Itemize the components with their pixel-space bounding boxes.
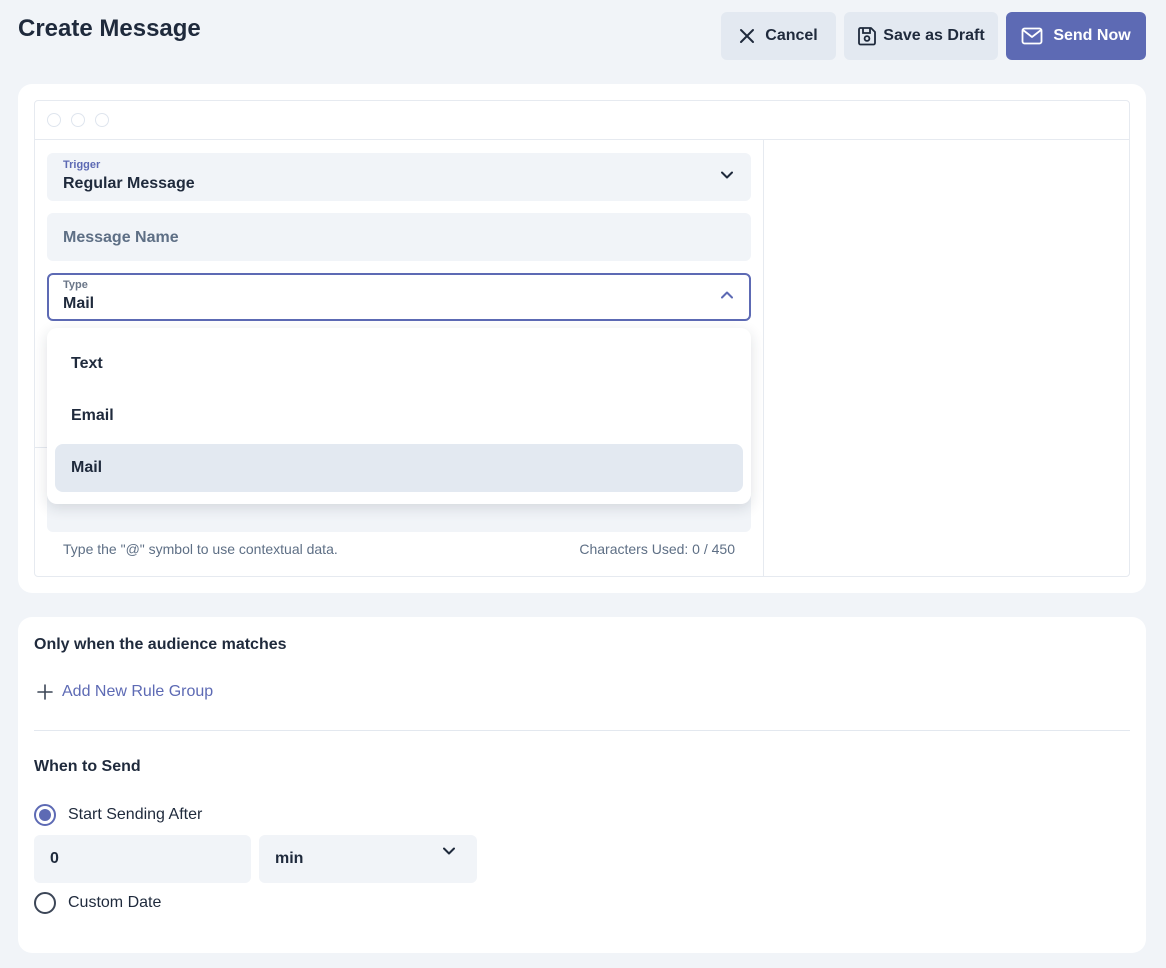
close-icon bbox=[740, 29, 755, 43]
type-option-mail[interactable]: Mail bbox=[55, 444, 743, 492]
add-rule-group-label: Add New Rule Group bbox=[62, 683, 214, 700]
audience-schedule-card: Only when the audience matches Add New R… bbox=[18, 617, 1146, 953]
type-label: Type bbox=[63, 279, 88, 291]
radio-button-checked[interactable] bbox=[34, 804, 56, 826]
trigger-label: Trigger bbox=[63, 159, 101, 171]
window-dot-icon bbox=[47, 113, 61, 127]
chevron-down-icon bbox=[443, 847, 455, 855]
radio-button-unchecked[interactable] bbox=[34, 892, 56, 914]
custom-date-label: Custom Date bbox=[68, 894, 162, 911]
type-option-label: Text bbox=[71, 355, 103, 372]
type-select[interactable]: Type Mail bbox=[47, 273, 751, 321]
divider bbox=[35, 447, 47, 448]
type-option-label: Mail bbox=[71, 459, 103, 476]
delay-amount-value: 0 bbox=[50, 850, 59, 867]
type-value: Mail bbox=[63, 295, 95, 312]
type-option-text[interactable]: Text bbox=[55, 340, 743, 388]
add-rule-group-button[interactable]: Add New Rule Group bbox=[36, 683, 213, 701]
message-name-placeholder: Message Name bbox=[63, 229, 179, 246]
delay-amount-input[interactable]: 0 bbox=[34, 835, 251, 883]
page-title: Create Message bbox=[18, 15, 201, 42]
save-draft-button[interactable]: Save as Draft bbox=[844, 12, 998, 60]
start-sending-after-radio[interactable]: Start Sending After bbox=[34, 804, 202, 826]
delay-unit-value: min bbox=[275, 850, 304, 867]
custom-date-radio[interactable]: Custom Date bbox=[34, 892, 161, 914]
message-name-input[interactable]: Message Name bbox=[47, 213, 751, 261]
panel-divider bbox=[763, 140, 764, 577]
plus-icon bbox=[37, 684, 53, 700]
window-dot-icon bbox=[95, 113, 109, 127]
save-draft-button-label: Save as Draft bbox=[883, 27, 985, 44]
type-dropdown-menu: Text Email Mail bbox=[47, 328, 751, 504]
editor-toolbar bbox=[35, 101, 1129, 140]
delay-unit-select[interactable]: min bbox=[259, 835, 477, 883]
trigger-value: Regular Message bbox=[63, 175, 195, 192]
chevron-up-icon bbox=[721, 291, 733, 299]
section-divider bbox=[34, 730, 1130, 731]
type-option-email[interactable]: Email bbox=[55, 392, 743, 440]
trigger-select[interactable]: Trigger Regular Message bbox=[47, 153, 751, 201]
cancel-button-label: Cancel bbox=[765, 27, 818, 44]
cancel-button[interactable]: Cancel bbox=[721, 12, 836, 60]
audience-section-title: Only when the audience matches bbox=[34, 636, 287, 653]
type-option-label: Email bbox=[71, 407, 114, 424]
page-header: Create Message Cancel Save as Draft Send… bbox=[0, 0, 1166, 84]
characters-used-counter: Characters Used: 0 / 450 bbox=[579, 541, 735, 557]
mail-icon bbox=[1021, 27, 1043, 45]
chevron-down-icon bbox=[721, 171, 733, 179]
schedule-section-title: When to Send bbox=[34, 758, 141, 775]
contextual-data-hint: Type the "@" symbol to use contextual da… bbox=[63, 541, 338, 557]
send-now-button[interactable]: Send Now bbox=[1006, 12, 1146, 60]
window-dot-icon bbox=[71, 113, 85, 127]
send-now-button-label: Send Now bbox=[1053, 27, 1131, 44]
start-sending-after-label: Start Sending After bbox=[68, 806, 203, 823]
save-icon bbox=[858, 27, 877, 46]
